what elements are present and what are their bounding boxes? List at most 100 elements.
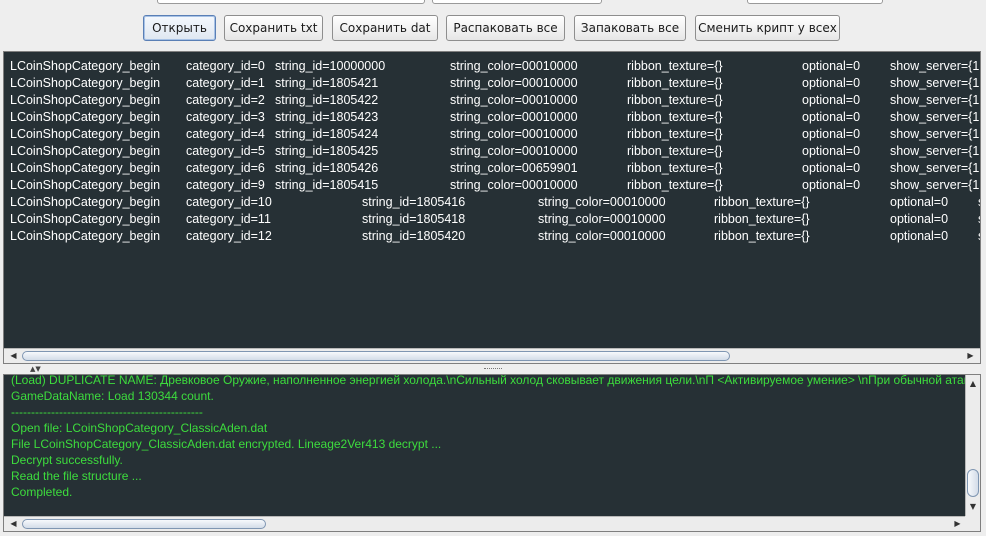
table-cell: ribbon_texture={} bbox=[714, 212, 810, 226]
log-line: Decrypt successfully. bbox=[11, 453, 123, 467]
table-cell: LCoinShopCategory_begin bbox=[10, 178, 161, 192]
table-cell: optional=0 bbox=[890, 229, 949, 243]
table-cell: show_server={1 bbox=[890, 127, 980, 141]
table-cell: LCoinShopCategory_begin bbox=[10, 110, 161, 124]
table-cell: show_server={1 bbox=[890, 93, 980, 107]
scroll-up-arrow-icon[interactable]: ▲ bbox=[966, 377, 980, 391]
table-cell: LCoinShopCategory_begin bbox=[10, 127, 161, 141]
divider-grip-icon bbox=[484, 368, 502, 371]
data-rows: LCoinShopCategory_begin category_id=0stri… bbox=[4, 58, 980, 350]
table-cell: optional=0 bbox=[802, 59, 861, 73]
table-cell: string_id=1805415 bbox=[275, 178, 379, 192]
table-cell: LCoinShopCategory_begin bbox=[10, 144, 161, 158]
scroll-thumb[interactable] bbox=[22, 351, 730, 361]
table-cell: category_id=2 bbox=[186, 93, 265, 107]
table-cell: category_id=5 bbox=[186, 144, 265, 158]
table-cell: string_color=00659901 bbox=[450, 161, 578, 175]
table-cell: string_color=00010000 bbox=[450, 144, 578, 158]
table-cell: ribbon_texture={} bbox=[627, 178, 723, 192]
table-cell: ribbon_texture={} bbox=[627, 110, 723, 124]
save-dat-button[interactable]: Сохранить dat bbox=[332, 15, 438, 41]
clipped-field-middle[interactable] bbox=[432, 0, 602, 4]
table-cell: optional=0 bbox=[890, 212, 949, 226]
scroll-down-arrow-icon[interactable]: ▼ bbox=[966, 500, 980, 514]
log-line: GameDataName: Load 130344 count. bbox=[11, 389, 214, 403]
table-cell: s bbox=[978, 195, 980, 209]
change-crypt-all-button[interactable]: Сменить крипт у всех bbox=[695, 15, 840, 41]
table-cell: category_id=11 bbox=[186, 212, 271, 226]
table-cell: string_color=00010000 bbox=[450, 110, 578, 124]
log-line: File LCoinShopCategory_ClassicAden.dat e… bbox=[11, 437, 442, 451]
table-cell: category_id=1 bbox=[186, 76, 265, 90]
log-line: (Load) DUPLICATE NAME: Древковое Оружие,… bbox=[11, 374, 966, 387]
log-lines: (Load) DUPLICATE NAME: Древковое Оружие,… bbox=[11, 374, 966, 500]
table-cell: optional=0 bbox=[802, 76, 861, 90]
table-cell: show_server={1 bbox=[890, 144, 980, 158]
data-horizontal-scrollbar[interactable]: ◀ ▶ bbox=[4, 348, 980, 363]
table-cell: show_server={1 bbox=[890, 178, 980, 192]
table-cell: optional=0 bbox=[802, 144, 861, 158]
data-text-area[interactable]: LCoinShopCategory_begin category_id=0stri… bbox=[3, 51, 981, 364]
split-pane-divider[interactable]: ▲▼ bbox=[0, 364, 986, 374]
table-cell: show_server={1 bbox=[890, 161, 980, 175]
table-cell: show_server={1 bbox=[890, 59, 980, 73]
table-cell: optional=0 bbox=[890, 195, 949, 209]
table-cell: ribbon_texture={} bbox=[627, 144, 723, 158]
table-cell: string_id=1805425 bbox=[275, 144, 379, 158]
table-cell: ribbon_texture={} bbox=[627, 127, 723, 141]
log-vertical-thumb[interactable] bbox=[967, 469, 979, 497]
table-cell: category_id=4 bbox=[186, 127, 265, 141]
table-cell: category_id=10 bbox=[186, 195, 272, 209]
table-row: LCoinShopCategory_begin category_id=2 stri… bbox=[4, 92, 980, 109]
log-line: Completed. bbox=[11, 485, 73, 499]
pack-all-button[interactable]: Запаковать все bbox=[574, 15, 686, 41]
top-clipped-controls bbox=[0, 0, 986, 10]
table-cell: string_id=1805418 bbox=[362, 212, 466, 226]
log-vertical-scrollbar[interactable]: ▲ ▼ bbox=[965, 375, 980, 516]
table-cell: LCoinShopCategory_begin bbox=[10, 212, 161, 226]
table-cell: category_id=0 bbox=[186, 59, 265, 73]
table-cell: category_id=3 bbox=[186, 110, 265, 124]
table-cell: show_server={1 bbox=[890, 76, 980, 90]
table-cell: string_color=00010000 bbox=[450, 93, 578, 107]
table-cell: ribbon_texture={} bbox=[714, 229, 810, 243]
open-button[interactable]: Открыть bbox=[143, 15, 216, 41]
scroll-left-arrow-icon[interactable]: ◀ bbox=[6, 349, 21, 363]
table-cell: optional=0 bbox=[802, 178, 861, 192]
scroll-right-arrow-icon[interactable]: ▶ bbox=[963, 349, 978, 363]
log-horizontal-scrollbar[interactable]: ◀ ▶ bbox=[4, 516, 967, 531]
table-cell: string_id=1805424 bbox=[275, 127, 379, 141]
clipped-field-left[interactable] bbox=[157, 0, 425, 4]
table-cell: LCoinShopCategory_begin bbox=[10, 161, 161, 175]
table-cell: string_color=00010000 bbox=[538, 195, 666, 209]
clipped-field-right[interactable] bbox=[747, 0, 883, 4]
table-cell: string_id=1805420 bbox=[362, 229, 466, 243]
table-row: LCoinShopCategory_begin category_id=5 stri… bbox=[4, 143, 980, 160]
table-cell: optional=0 bbox=[802, 110, 861, 124]
table-cell: ribbon_texture={} bbox=[627, 161, 723, 175]
table-cell: s bbox=[978, 212, 980, 226]
table-cell: string_id=1805421 bbox=[275, 76, 379, 90]
log-horizontal-thumb[interactable] bbox=[22, 519, 266, 529]
table-cell: optional=0 bbox=[802, 127, 861, 141]
table-cell: optional=0 bbox=[802, 161, 861, 175]
scroll-left-arrow-icon[interactable]: ◀ bbox=[6, 517, 21, 531]
table-cell: ribbon_texture={} bbox=[627, 59, 723, 73]
table-cell: show_server={1 bbox=[890, 110, 980, 124]
table-cell: s bbox=[978, 229, 980, 243]
table-cell: string_id=1805422 bbox=[275, 93, 379, 107]
log-line: Read the file structure ... bbox=[11, 469, 142, 483]
unpack-all-button[interactable]: Распаковать все bbox=[446, 15, 565, 41]
scroll-right-arrow-icon[interactable]: ▶ bbox=[950, 517, 965, 531]
log-text-area[interactable]: (Load) DUPLICATE NAME: Древковое Оружие,… bbox=[3, 374, 981, 532]
save-txt-button[interactable]: Сохранить txt bbox=[224, 15, 323, 41]
scroll-corner bbox=[965, 516, 980, 531]
table-cell: string_color=00010000 bbox=[538, 212, 666, 226]
log-line: Open file: LCoinShopCategory_ClassicAden… bbox=[11, 421, 268, 435]
toolbar: Открыть Сохранить txt Сохранить dat Расп… bbox=[0, 15, 986, 43]
table-row: LCoinShopCategory_begin category_id=9 stri… bbox=[4, 177, 980, 194]
table-cell: string_color=00010000 bbox=[450, 76, 578, 90]
table-row: LCoinShopCategory_begin category_id=10 str… bbox=[4, 194, 980, 211]
table-cell: category_id=9 bbox=[186, 178, 265, 192]
collapse-arrows-icon[interactable]: ▲▼ bbox=[30, 366, 41, 373]
